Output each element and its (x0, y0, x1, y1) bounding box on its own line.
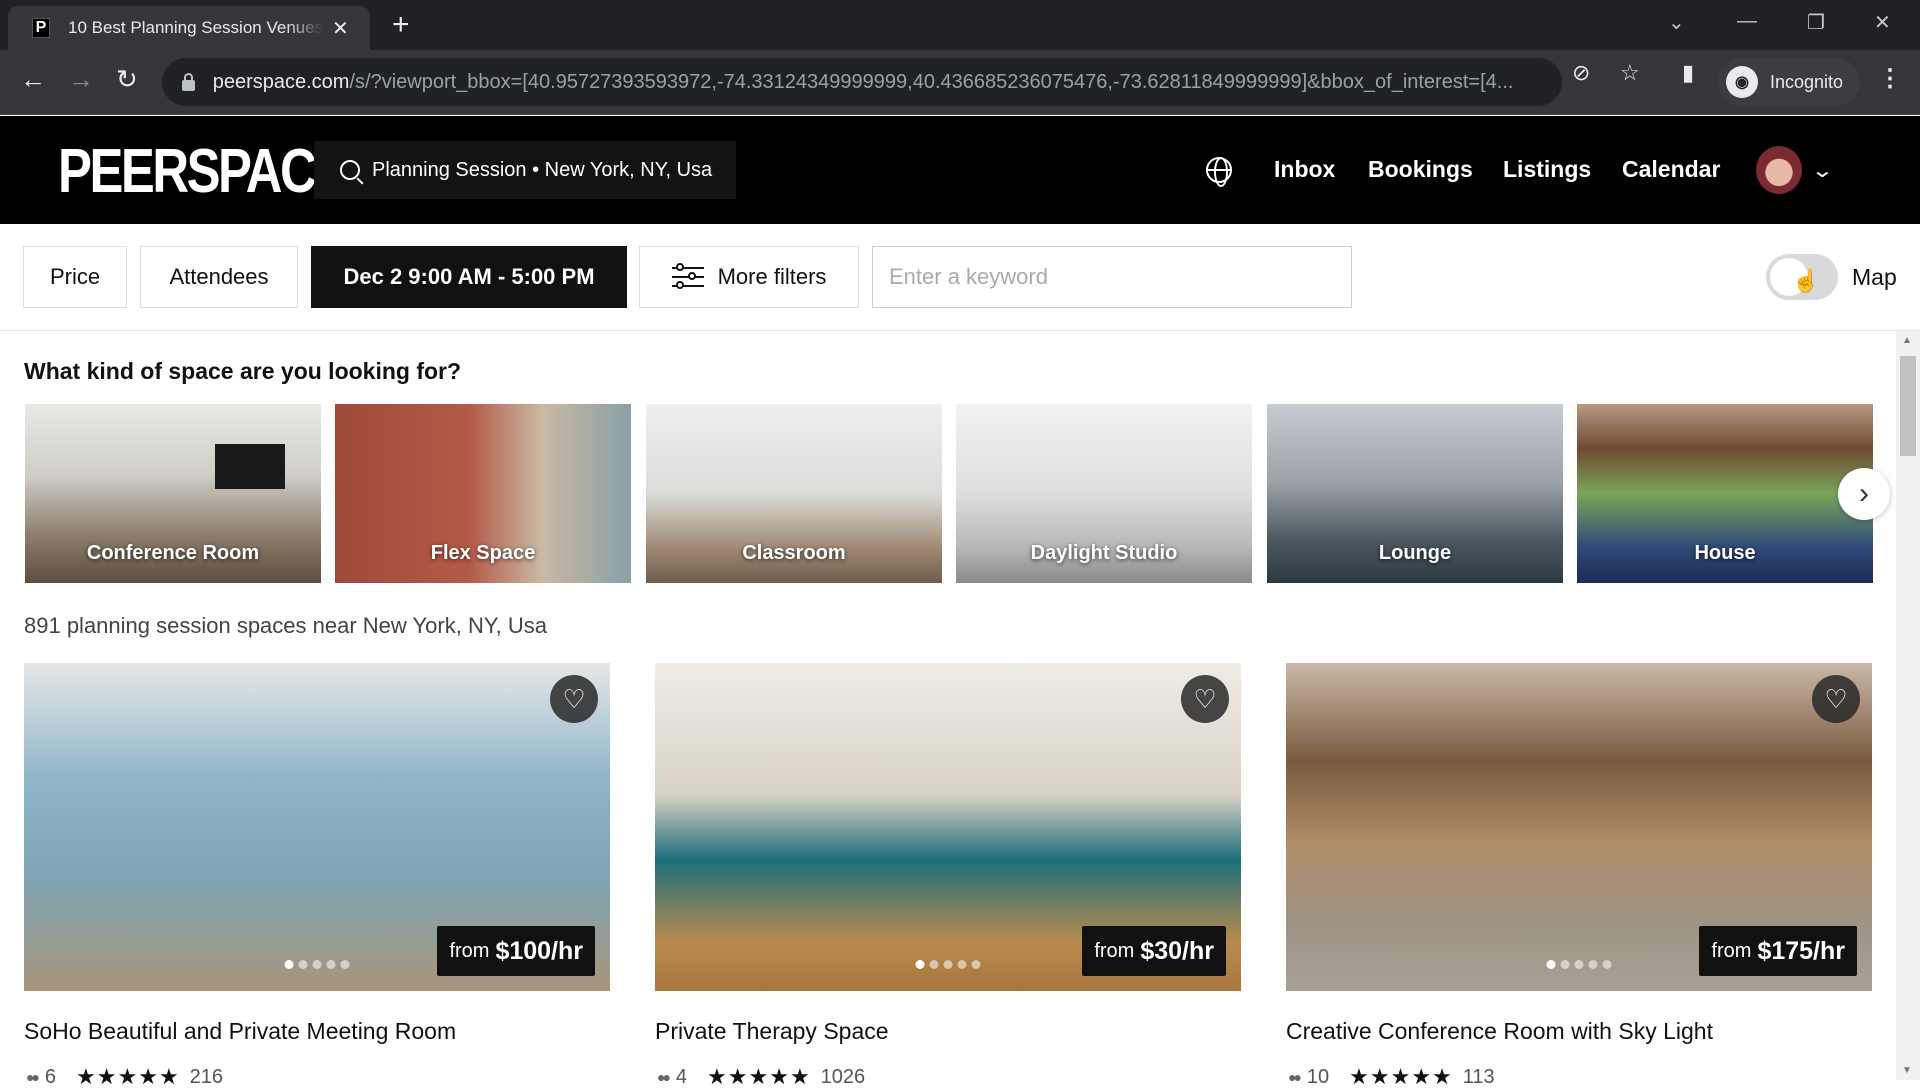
star-rating: ★★★★★ (1349, 1064, 1453, 1089)
window-close-button[interactable]: ✕ (1874, 10, 1891, 35)
user-avatar[interactable] (1756, 146, 1802, 194)
minimize-button[interactable]: — (1737, 10, 1757, 33)
eye-off-icon[interactable]: ⊘ (1572, 60, 1590, 86)
star-rating: ★★★★★ (76, 1064, 180, 1089)
capacity: 10 (1306, 1065, 1330, 1088)
new-tab-button[interactable]: + (392, 10, 410, 40)
people-icon: ●● (657, 1069, 671, 1085)
back-arrow-icon[interactable]: ← (20, 64, 46, 94)
side-panel-icon[interactable]: ▮ (1682, 60, 1694, 86)
category-card[interactable]: Lounge (1267, 404, 1563, 583)
keyword-input[interactable] (872, 246, 1352, 308)
listing-image[interactable]: ♡ from $100/hr (24, 663, 610, 991)
site-header: PEERSPACE Planning Session • New York, N… (0, 116, 1920, 224)
scroll-up-icon[interactable]: ▲ (1902, 335, 1912, 346)
category-label: Daylight Studio (1030, 542, 1178, 564)
price-badge: from $100/hr (437, 926, 595, 976)
tab-search-chevron-icon[interactable]: ⌄ (1668, 10, 1685, 35)
carousel-next-button[interactable]: › (1838, 468, 1890, 520)
map-label: Map (1852, 264, 1897, 290)
scroll-down-icon[interactable]: ▼ (1902, 1065, 1912, 1076)
star-rating: ★★★★★ (707, 1064, 811, 1089)
restore-button[interactable]: ❐ (1807, 10, 1825, 35)
url-text[interactable]: peerspace.com/s/?viewport_bbox=[40.95727… (213, 71, 1562, 94)
people-icon: ●● (1288, 1069, 1302, 1085)
more-filters-button[interactable]: More filters (639, 246, 859, 308)
lock-icon[interactable] (182, 72, 195, 91)
incognito-icon: ◉ (1726, 66, 1758, 98)
browser-tab-strip: P 10 Best Planning Session Venues ✕ + ⌄ … (0, 0, 1920, 50)
incognito-label: Incognito (1770, 71, 1844, 92)
price-badge: from $175/hr (1699, 926, 1857, 976)
scrollbar-thumb[interactable] (1900, 356, 1916, 456)
capacity: 6 (44, 1065, 57, 1088)
image-pagination-dots[interactable] (284, 960, 350, 969)
listing-title[interactable]: SoHo Beautiful and Private Meeting Room (24, 1018, 456, 1045)
category-card[interactable]: Conference Room (25, 404, 321, 583)
hand-cursor-icon: ☝ (1792, 268, 1820, 293)
category-card[interactable]: Classroom (646, 404, 942, 583)
peerspace-logo[interactable]: PEERSPACE (58, 136, 348, 207)
forward-arrow-icon[interactable]: → (68, 64, 94, 94)
listing-title[interactable]: Creative Conference Room with Sky Light (1286, 1018, 1713, 1045)
review-count: 216 (189, 1065, 224, 1088)
category-card[interactable]: Daylight Studio (956, 404, 1252, 583)
more-filters-label: More filters (717, 264, 827, 289)
category-card[interactable]: Flex Space (335, 404, 631, 583)
price-badge: from $30/hr (1082, 926, 1226, 976)
reload-icon[interactable]: ↻ (116, 64, 138, 94)
search-query: Planning Session • New York, NY, Usa (372, 158, 713, 181)
category-section-title: What kind of space are you looking for? (24, 358, 462, 384)
heart-icon[interactable]: ♡ (1812, 675, 1860, 723)
browser-toolbar: ← → ↻ peerspace.com/s/?viewport_bbox=[40… (0, 50, 1920, 115)
nav-inbox[interactable]: Inbox (1274, 156, 1335, 183)
image-pagination-dots[interactable] (915, 960, 981, 969)
search-icon (340, 160, 360, 180)
bookmark-star-icon[interactable]: ☆ (1620, 60, 1640, 86)
nav-bookings[interactable]: Bookings (1368, 156, 1473, 183)
category-label: House (1694, 542, 1756, 564)
review-count: 1026 (820, 1065, 866, 1088)
image-pagination-dots[interactable] (1546, 960, 1612, 969)
nav-calendar[interactable]: Calendar (1622, 156, 1720, 183)
page-scrollbar[interactable]: ▲ ▼ (1896, 331, 1920, 1080)
heart-icon[interactable]: ♡ (550, 675, 598, 723)
attendees-filter-button[interactable]: Attendees (140, 246, 298, 308)
heart-icon[interactable]: ♡ (1181, 675, 1229, 723)
nav-listings[interactable]: Listings (1503, 156, 1591, 183)
incognito-profile-button[interactable]: ◉ Incognito (1718, 58, 1860, 106)
listing-stats: ●● 6 ★★★★★ 216 (26, 1064, 223, 1090)
category-label: Flex Space (430, 542, 536, 564)
tab-title: 10 Best Planning Session Venues (68, 18, 324, 37)
listing-title[interactable]: Private Therapy Space (655, 1018, 889, 1045)
listing-image[interactable]: ♡ from $30/hr (655, 663, 1241, 991)
people-icon: ●● (26, 1069, 40, 1085)
price-filter-button[interactable]: Price (23, 246, 127, 308)
capacity: 4 (675, 1065, 688, 1088)
close-tab-icon[interactable]: ✕ (332, 16, 349, 41)
divider (0, 330, 1920, 331)
review-count: 113 (1462, 1065, 1495, 1088)
search-bar[interactable]: Planning Session • New York, NY, Usa (314, 141, 736, 199)
browser-menu-icon[interactable]: ⋮ (1878, 64, 1902, 93)
date-filter-button[interactable]: Dec 2 9:00 AM - 5:00 PM (311, 246, 627, 308)
category-label: Conference Room (86, 542, 260, 564)
category-card[interactable]: House (1577, 404, 1873, 583)
address-bar[interactable]: peerspace.com/s/?viewport_bbox=[40.95727… (162, 58, 1562, 106)
category-label: Classroom (742, 542, 846, 564)
category-label: Lounge (1378, 542, 1452, 564)
sliders-icon (671, 263, 704, 291)
globe-icon[interactable] (1206, 157, 1232, 187)
chevron-down-icon[interactable]: ⌄ (1811, 158, 1834, 183)
listing-stats: ●● 10 ★★★★★ 113 (1288, 1064, 1495, 1090)
listing-stats: ●● 4 ★★★★★ 1026 (657, 1064, 865, 1090)
peerspace-favicon-icon: P (32, 18, 50, 38)
listing-image[interactable]: ♡ from $175/hr (1286, 663, 1872, 991)
results-count: 891 planning session spaces near New Yor… (24, 613, 548, 638)
browser-tab[interactable]: P 10 Best Planning Session Venues ✕ (8, 6, 370, 50)
